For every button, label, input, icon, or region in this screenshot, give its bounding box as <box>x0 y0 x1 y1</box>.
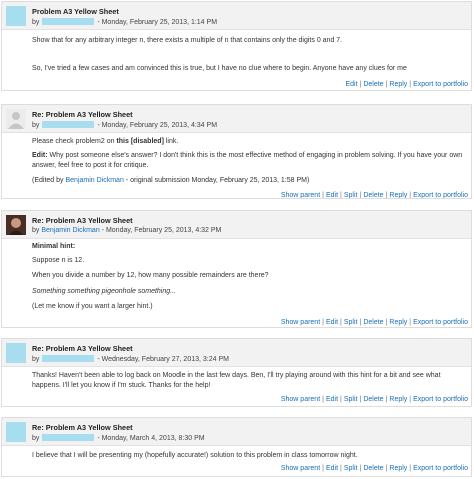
author-name-redacted <box>42 18 95 25</box>
export-to-portfolio-link[interactable]: Export to portfolio <box>413 396 468 403</box>
edit-link[interactable]: Edit <box>345 81 357 88</box>
post-body-line: Please check problem2 on this [disabled]… <box>32 138 179 145</box>
post-commands: Show parent | Edit | Split | Delete | Reply | Expo… <box>280 192 468 199</box>
show-parent-link[interactable]: Show parent <box>281 319 320 326</box>
split-link[interactable]: Split <box>344 396 358 403</box>
by-label: by <box>32 435 40 442</box>
show-parent-link[interactable]: Show parent <box>281 465 320 472</box>
reply-link[interactable]: Reply <box>389 396 407 403</box>
post-content: Please check problem2 on this [disabled]… <box>2 132 471 198</box>
post-body-line: When you divide a number by 12, how many… <box>32 272 269 279</box>
hint-heading: Minimal hint: <box>32 243 76 250</box>
post-title: Re: Problem A3 Yellow Sheet <box>32 344 133 353</box>
author-avatar <box>6 215 26 235</box>
edit-link[interactable]: Edit <box>326 465 338 472</box>
author-name-redacted <box>42 355 95 362</box>
edit-link[interactable]: Edit <box>326 319 338 326</box>
delete-link[interactable]: Delete <box>363 396 383 403</box>
show-parent-link[interactable]: Show parent <box>281 192 320 198</box>
delete-link[interactable]: Delete <box>363 81 383 88</box>
post-date: - Monday, February 25, 2013, 4:34 PM <box>97 122 218 129</box>
post-byline: by - Monday, March 4, 2013, 8:30 PM <box>32 434 205 442</box>
delete-link[interactable]: Delete <box>363 319 383 326</box>
export-to-portfolio-link[interactable]: Export to portfolio <box>413 192 468 198</box>
post-title: Re: Problem A3 Yellow Sheet <box>32 216 133 225</box>
avatar <box>6 343 26 363</box>
post-byline: by Benjamin Dickman - Monday, February 2… <box>32 227 221 234</box>
author-name-redacted <box>42 434 95 441</box>
post-title: Re: Problem A3 Yellow Sheet <box>32 423 133 432</box>
edit-link[interactable]: Edit <box>326 396 338 403</box>
by-label: by <box>32 227 40 234</box>
post-byline: by - Monday, February 25, 2013, 1:14 PM <box>32 18 217 26</box>
by-label: by <box>32 122 40 129</box>
forum-post-5: Re: Problem A3 Yellow Sheet by - Monday,… <box>1 417 472 477</box>
post-title: Problem A3 Yellow Sheet <box>32 7 119 16</box>
disabled-link: this [disabled] <box>116 138 164 145</box>
post-body-line: Thanks! Haven't been able to log back on… <box>32 372 441 389</box>
reply-link[interactable]: Reply <box>389 319 407 326</box>
split-link[interactable]: Split <box>344 319 358 326</box>
post-title: Re: Problem A3 Yellow Sheet <box>32 110 133 119</box>
default-user-icon <box>6 109 26 129</box>
forum-post-2: Re: Problem A3 Yellow Sheet by - Monday,… <box>1 104 472 199</box>
delete-link[interactable]: Delete <box>363 192 383 198</box>
author-name-link[interactable]: Benjamin Dickman <box>41 227 99 234</box>
by-label: by <box>32 356 40 363</box>
post-date: - Monday, March 4, 2013, 8:30 PM <box>97 435 205 442</box>
post-content: I believe that I will be presenting my (… <box>2 445 471 476</box>
editor-name-link[interactable]: Benjamin Dickman <box>65 177 123 184</box>
forum-post-1: Problem A3 Yellow Sheet by - Monday, Feb… <box>1 1 472 91</box>
edited-by-line: (Edited by Benjamin Dickman - original s… <box>32 177 310 184</box>
split-link[interactable]: Split <box>344 192 358 198</box>
post-date: - Wednesday, February 27, 2013, 3:24 PM <box>97 356 229 363</box>
post-byline: by - Wednesday, February 27, 2013, 3:24 … <box>32 355 229 363</box>
post-content: Show that for any arbitrary integer n, t… <box>2 29 471 90</box>
delete-link[interactable]: Delete <box>363 465 383 472</box>
export-to-portfolio-link[interactable]: Export to portfolio <box>413 465 468 472</box>
split-link[interactable]: Split <box>344 465 358 472</box>
forum-post-3: Re: Problem A3 Yellow Sheet by Benjamin … <box>1 210 472 328</box>
post-body-line: (Let me know if you want a larger hint.) <box>32 303 153 310</box>
post-commands: Show parent | Edit | Split | Delete | Reply | Expo… <box>280 319 468 326</box>
post-body-line: Show that for any arbitrary integer n, t… <box>32 37 343 44</box>
post-date: - Monday, February 25, 2013, 4:32 PM <box>101 227 222 234</box>
author-name-redacted <box>42 121 95 128</box>
forum-post-4: Re: Problem A3 Yellow Sheet by - Wednesd… <box>1 338 472 407</box>
show-parent-link[interactable]: Show parent <box>281 396 320 403</box>
post-content: Minimal hint: Suppose n is 12. When you … <box>2 238 471 327</box>
post-date: - Monday, February 25, 2013, 1:14 PM <box>97 19 218 26</box>
post-commands: Show parent | Edit | Split | Delete | Reply | Expo… <box>280 396 468 403</box>
edit-link[interactable]: Edit <box>326 192 338 198</box>
post-content: Thanks! Haven't been able to log back on… <box>2 366 471 406</box>
avatar <box>6 422 26 442</box>
export-to-portfolio-link[interactable]: Export to portfolio <box>413 81 468 88</box>
post-byline: by - Monday, February 25, 2013, 4:34 PM <box>32 121 217 129</box>
by-label: by <box>32 19 40 26</box>
post-body-line: Something something pigeonhole something… <box>32 288 176 295</box>
post-commands: Edit | Delete | Reply | Export to portfolio <box>345 81 468 88</box>
avatar <box>6 6 26 26</box>
post-body-line: So, I've tried a few cases and am convin… <box>32 65 407 72</box>
post-commands: Show parent | Edit | Split | Delete | Reply | Expo… <box>280 465 468 472</box>
post-body-line: Suppose n is 12. <box>32 257 85 264</box>
reply-link[interactable]: Reply <box>389 465 407 472</box>
post-body-line: I believe that I will be presenting my (… <box>32 452 358 459</box>
edit-note: Edit: Why post someone else's answer? I … <box>32 152 463 169</box>
reply-link[interactable]: Reply <box>389 81 407 88</box>
export-to-portfolio-link[interactable]: Export to portfolio <box>413 319 468 326</box>
reply-link[interactable]: Reply <box>389 192 407 198</box>
